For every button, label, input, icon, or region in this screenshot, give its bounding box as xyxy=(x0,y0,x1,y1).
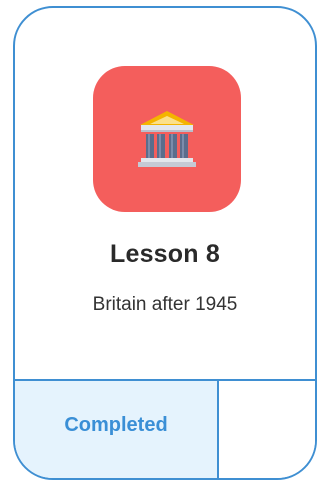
footer-empty-cell xyxy=(219,381,315,478)
lesson-title: Lesson 8 xyxy=(110,240,220,268)
status-badge: Completed xyxy=(64,414,168,436)
lesson-icon-tile xyxy=(93,66,241,212)
lesson-subtitle: Britain after 1945 xyxy=(92,294,238,315)
classical-building-icon xyxy=(136,108,198,170)
lesson-card[interactable]: Lesson 8 Britain after 1945 Completed xyxy=(13,6,317,480)
status-cell: Completed xyxy=(15,381,219,478)
lesson-footer: Completed xyxy=(15,379,315,478)
